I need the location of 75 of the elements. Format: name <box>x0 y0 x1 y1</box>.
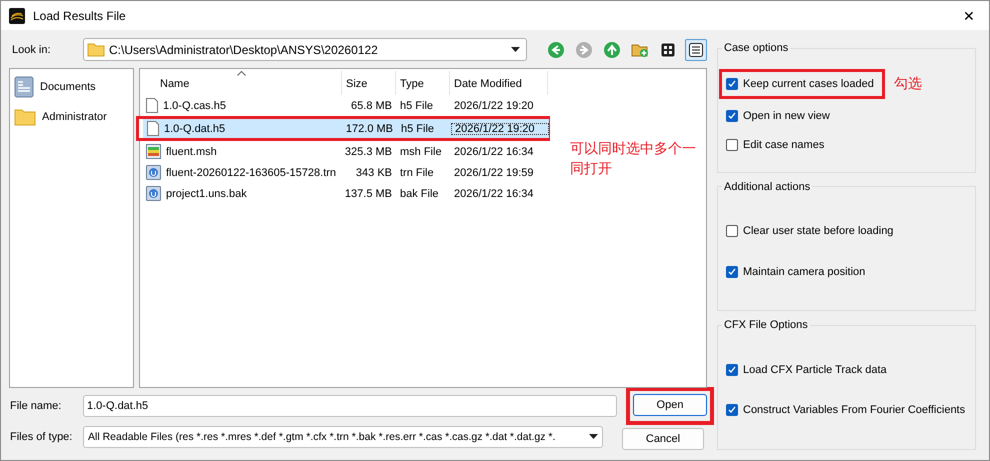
file-row[interactable]: fluent.msh 325.3 MB msh File 2026/1/22 16:34 <box>142 142 548 161</box>
file-row[interactable]: fluent-20260122-163605-15728.trn 343 KB trn File 2026/1/22 19:59 <box>142 163 548 182</box>
table-cell-text: 343 KB <box>354 166 393 178</box>
checkbox[interactable] <box>726 404 738 416</box>
list-view-icon <box>689 42 703 56</box>
checkbox-label: Maintain camera position <box>743 266 866 278</box>
detail-view-button[interactable] <box>685 38 707 60</box>
table-cell-text: bak File <box>399 188 440 200</box>
table-cell-text: h5 File <box>399 100 434 112</box>
table-cell-text: 2026/1/22 19:20 <box>453 100 535 112</box>
group-title: CFX File Options <box>723 319 809 332</box>
checkbox-label: Clear user state before loading <box>743 225 894 238</box>
table-cell-text: 2026/1/22 19:59 <box>453 166 535 178</box>
checkbox-label: Construct Variables From Fourier Coefficients <box>743 404 966 416</box>
table-cell: 2026/1/22 19:20 <box>451 122 549 134</box>
file-type-label: Files of type: <box>9 430 74 442</box>
file-name: project1.uns.bak <box>166 188 247 200</box>
file-name-label: File name: <box>9 400 62 412</box>
annotation-note: 勾选 <box>894 74 922 93</box>
table-cell-text: msh File <box>399 146 443 158</box>
table-cell-text: h5 File <box>400 122 436 134</box>
file-row[interactable]: 1.0-Q.cas.h5 65.8 MB h5 File 2026/1/22 19:20 <box>142 96 548 115</box>
table-cell-text: 2026/1/22 16:34 <box>453 188 535 200</box>
file-name: 1.0-Q.dat.h5 <box>164 122 226 134</box>
table-cell-text: 325.3 MB <box>344 146 393 158</box>
column-header[interactable]: Date Modified <box>450 71 548 95</box>
group-title: Additional actions <box>723 180 812 193</box>
file-name: fluent.msh <box>166 146 217 158</box>
column-header[interactable]: Name <box>142 71 342 95</box>
file-icon <box>147 121 159 136</box>
table-cell-text: trn File <box>399 166 435 178</box>
look-in-dropdown[interactable]: C:\Users\Administrator\Desktop\ANSYS\20260122 <box>83 38 527 61</box>
column-header[interactable]: Size <box>342 71 396 95</box>
file-name-field[interactable]: 1.0-Q.dat.h5 <box>83 394 617 416</box>
column-header[interactable]: Type <box>396 71 450 95</box>
sidebar-item[interactable]: Administrator <box>42 111 107 123</box>
file-row[interactable]: 1.0-Q.dat.h5 172.0 MB h5 File 2026/1/22 19:20 <box>143 119 549 138</box>
folder-icon <box>14 108 36 126</box>
app-file-icon <box>146 186 161 201</box>
cancel-button[interactable]: Cancel <box>622 428 704 450</box>
window-title: Load Results File <box>33 8 127 22</box>
file-name: 1.0-Q.cas.h5 <box>163 100 226 112</box>
checkbox-label: Keep current cases loaded <box>743 78 874 90</box>
file-type-dropdown[interactable]: All Readable Files (res *.res *.mres *.def *.gtm *.cfx *.trn *.bak *.res.err *.cas *.cas.gz *.dat *.dat.gz *. <box>83 426 603 448</box>
file-icon <box>146 98 158 113</box>
checkbox-label: Load CFX Particle Track data <box>743 364 887 376</box>
checkbox-label: Edit case names <box>743 138 824 151</box>
grid-view-icon <box>661 42 675 56</box>
new-folder-icon[interactable] <box>631 42 649 58</box>
checkbox[interactable] <box>726 138 738 151</box>
checkbox-label: Open in new view <box>743 110 830 122</box>
look-in-label: Look in: <box>11 44 52 56</box>
table-cell-text: 2026/1/22 16:34 <box>453 146 535 158</box>
dropdown-arrow-icon <box>511 47 520 52</box>
file-row[interactable]: project1.uns.bak 137.5 MB bak File 2026/1/22 16:34 <box>142 184 548 203</box>
checkbox[interactable] <box>726 110 738 122</box>
dropdown-arrow-icon <box>589 434 598 439</box>
file-name: fluent-20260122-163605-15728.trn <box>166 166 336 178</box>
app-logo-icon <box>9 8 25 24</box>
document-icon <box>14 76 34 98</box>
table-cell-text: 65.8 MB <box>350 100 393 112</box>
mesh-file-icon <box>146 144 161 159</box>
sidebar-item[interactable]: Documents <box>40 81 96 93</box>
close-button[interactable]: ✕ <box>957 8 981 24</box>
table-cell-text: 172.0 MB <box>344 122 394 134</box>
checkbox[interactable] <box>726 266 738 278</box>
checkbox[interactable] <box>726 225 738 238</box>
checkbox[interactable] <box>726 364 738 376</box>
table-cell-text: 137.5 MB <box>344 188 393 200</box>
checkbox[interactable] <box>726 78 738 90</box>
open-button[interactable]: Open <box>633 394 707 416</box>
annotation-note: 可以同时选中多个一同打开 <box>570 139 697 178</box>
folder-icon <box>87 42 105 57</box>
group-title: Case options <box>723 42 790 54</box>
app-file-icon <box>146 165 161 180</box>
